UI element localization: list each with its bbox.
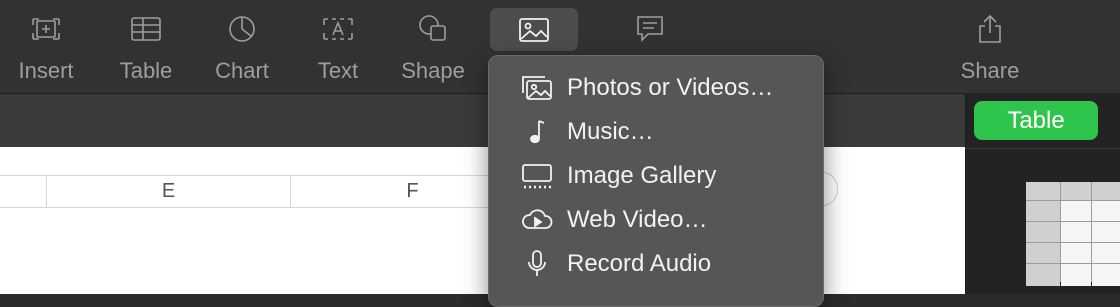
menu-item-music[interactable]: Music… bbox=[489, 110, 823, 154]
sidebar-tab-table[interactable]: Table bbox=[974, 101, 1098, 140]
menu-item-label: Music… bbox=[567, 118, 654, 145]
photos-icon bbox=[519, 72, 555, 104]
comment-icon bbox=[630, 14, 670, 44]
menu-item-image-gallery[interactable]: Image Gallery bbox=[489, 154, 823, 198]
microphone-icon bbox=[519, 248, 555, 280]
table-icon bbox=[126, 14, 166, 44]
menu-item-photos-or-videos[interactable]: Photos or Videos… bbox=[489, 66, 823, 110]
menu-item-record-audio[interactable]: Record Audio bbox=[489, 242, 823, 286]
music-note-icon bbox=[519, 116, 555, 148]
menu-item-web-video[interactable]: Web Video… bbox=[489, 198, 823, 242]
menu-item-label: Web Video… bbox=[567, 206, 708, 233]
sidebar-divider bbox=[965, 148, 1120, 149]
toolbar-media-button[interactable] bbox=[490, 8, 578, 51]
image-gallery-icon bbox=[519, 160, 555, 192]
menu-item-label: Record Audio bbox=[567, 250, 712, 277]
chart-icon bbox=[222, 14, 262, 44]
toolbar-share-button[interactable]: Share bbox=[954, 0, 1026, 93]
web-video-icon bbox=[519, 204, 555, 236]
menu-item-label: Photos or Videos… bbox=[567, 74, 774, 101]
toolbar-text-label: Text bbox=[317, 58, 359, 83]
toolbar-table-label: Table bbox=[119, 58, 173, 83]
toolbar-insert-label: Insert bbox=[18, 58, 74, 83]
column-header-blank[interactable] bbox=[0, 175, 46, 208]
table-style-thumbnail[interactable] bbox=[1026, 182, 1120, 286]
toolbar-shape-button[interactable]: Shape bbox=[397, 0, 469, 93]
media-menu: Photos or Videos… Music… Image Gallery W… bbox=[488, 55, 824, 307]
menu-item-label: Image Gallery bbox=[567, 162, 717, 189]
toolbar-chart-button[interactable]: Chart bbox=[206, 0, 278, 93]
toolbar-share-label: Share bbox=[960, 58, 1020, 83]
toolbar-text-button[interactable]: Text bbox=[302, 0, 374, 93]
toolbar-insert-button[interactable]: Insert bbox=[10, 0, 82, 93]
media-icon bbox=[517, 16, 551, 49]
toolbar-shape-label: Shape bbox=[401, 58, 465, 83]
text-icon bbox=[318, 14, 358, 44]
insert-icon bbox=[26, 14, 66, 44]
shape-icon bbox=[413, 14, 453, 44]
column-header-e[interactable]: E bbox=[47, 175, 290, 208]
toolbar-table-button[interactable]: Table bbox=[110, 0, 182, 93]
share-icon bbox=[970, 14, 1010, 44]
toolbar-chart-label: Chart bbox=[215, 58, 269, 83]
